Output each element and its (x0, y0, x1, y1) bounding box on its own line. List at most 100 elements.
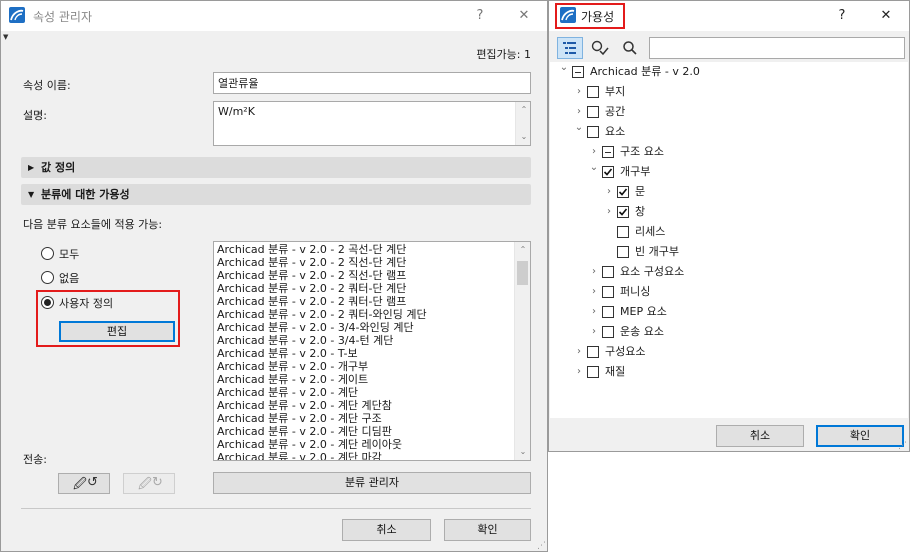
close-button[interactable]: ✕ (875, 5, 897, 27)
list-item[interactable]: Archicad 분류 - v 2.0 - 2 직선-단 계단 (214, 256, 514, 269)
chevron-right-icon[interactable]: › (573, 342, 585, 362)
tree-item[interactable]: › 구조 요소 (550, 142, 908, 162)
tree-item[interactable]: 리세스 (550, 222, 908, 242)
chevron-right-icon[interactable]: › (573, 362, 585, 382)
tree-checkbox[interactable] (617, 186, 629, 198)
list-item[interactable]: Archicad 분류 - v 2.0 - 계단 디딤판 (214, 425, 514, 438)
scroll-up-icon[interactable]: ⌃ (515, 242, 530, 258)
pick-up-settings-button[interactable]: 🖉 ↺ (58, 473, 110, 494)
tree-checkbox[interactable] (587, 126, 599, 138)
list-item[interactable]: Archicad 분류 - v 2.0 - 계단 계단참 (214, 399, 514, 412)
transfer-label: 전송: (23, 453, 47, 466)
tree-item[interactable]: › 문 (550, 182, 908, 202)
section-availability[interactable]: ▼ 분류에 대한 가용성 (21, 184, 531, 205)
resize-grip-icon[interactable]: ⋰ (898, 441, 907, 451)
list-item[interactable]: Archicad 분류 - v 2.0 - T-보 (214, 347, 514, 360)
classification-list-scrollbar[interactable]: ⌃ ⌄ (514, 242, 530, 460)
chevron-right-icon[interactable]: › (603, 202, 615, 222)
tree-checkbox[interactable] (602, 286, 614, 298)
scroll-thumb[interactable] (517, 261, 528, 285)
tree-checkbox[interactable] (587, 366, 599, 378)
section-value-definition[interactable]: ▶ 값 정의 (21, 157, 531, 178)
radio-custom[interactable] (41, 296, 54, 309)
classification-manager-button[interactable]: 분류 관리자 (213, 472, 531, 494)
list-item[interactable]: Archicad 분류 - v 2.0 - 2 쿼터-단 계단 (214, 282, 514, 295)
help-button[interactable]: ? (831, 5, 853, 27)
tree-item[interactable]: › MEP 요소 (550, 302, 908, 322)
chevron-down-icon[interactable]: ⌄ (573, 118, 585, 138)
radio-all[interactable] (41, 247, 54, 260)
list-item[interactable]: Archicad 분류 - v 2.0 - 2 곡선-단 계단 (214, 243, 514, 256)
tree-checkbox[interactable] (602, 166, 614, 178)
list-item[interactable]: Archicad 분류 - v 2.0 - 2 쿼터-와인딩 계단 (214, 308, 514, 321)
tree-item[interactable]: › 운송 요소 (550, 322, 908, 342)
tree-checkbox[interactable] (602, 306, 614, 318)
property-name-input[interactable]: 열관류율 (213, 72, 531, 94)
edit-button[interactable]: 편집 (59, 321, 175, 342)
chevron-down-icon[interactable]: ⌄ (558, 58, 570, 78)
list-item[interactable]: Archicad 분류 - v 2.0 - 계단 마감 (214, 451, 514, 460)
cancel-button[interactable]: 취소 (716, 425, 804, 447)
tree-item[interactable]: ⌄ 개구부 (550, 162, 908, 182)
filter-checked-button[interactable] (587, 37, 613, 59)
resize-grip-icon[interactable]: ⋰ (537, 541, 546, 551)
tree-item[interactable]: › 공간 (550, 102, 908, 122)
list-item[interactable]: Archicad 분류 - v 2.0 - 게이트 (214, 373, 514, 386)
ok-button[interactable]: 확인 (816, 425, 904, 447)
cancel-button[interactable]: 취소 (342, 519, 431, 541)
chevron-right-icon[interactable]: › (588, 302, 600, 322)
list-item[interactable]: Archicad 분류 - v 2.0 - 개구부 (214, 360, 514, 373)
list-item[interactable]: Archicad 분류 - v 2.0 - 계단 레이아웃 (214, 438, 514, 451)
tree-checkbox[interactable] (572, 66, 584, 78)
tree-item-label: 운송 요소 (620, 325, 664, 338)
tree-checkbox[interactable] (587, 106, 599, 118)
description-textarea[interactable]: W/m²K ⌃ ⌄ (213, 101, 531, 146)
search-button[interactable] (617, 37, 643, 59)
list-item[interactable]: Archicad 분류 - v 2.0 - 3/4-와인딩 계단 (214, 321, 514, 334)
tree-checkbox[interactable] (602, 266, 614, 278)
chevron-right-icon[interactable]: › (603, 182, 615, 202)
chevron-down-icon[interactable]: ⌄ (588, 158, 600, 178)
tree-checkbox[interactable] (602, 326, 614, 338)
search-input[interactable] (649, 37, 905, 59)
tree-item[interactable]: 빈 개구부 (550, 242, 908, 262)
collapse-arrow-icon[interactable]: ▼ (3, 33, 8, 41)
tree-item[interactable]: › 요소 구성요소 (550, 262, 908, 282)
chevron-right-icon[interactable]: › (588, 282, 600, 302)
tree-item[interactable]: › 재질 (550, 362, 908, 382)
tree-checkbox[interactable] (587, 86, 599, 98)
list-item[interactable]: Archicad 분류 - v 2.0 - 3/4-턴 계단 (214, 334, 514, 347)
tree-checkbox[interactable] (587, 346, 599, 358)
classification-tree-panel[interactable]: ⌄ Archicad 분류 - v 2.0 › 부지 › 공간 ⌄ 요소 › 구조 요소 ⌄ 개구부 ›… (550, 62, 908, 418)
tree-item-label: 창 (635, 205, 646, 218)
tree-view-button[interactable] (557, 37, 583, 59)
property-name-label: 속성 이름: (23, 79, 71, 92)
scroll-down-icon[interactable]: ⌄ (515, 444, 530, 460)
scroll-up-icon[interactable]: ⌃ (516, 102, 532, 118)
tree-checkbox[interactable] (602, 146, 614, 158)
chevron-right-icon[interactable]: › (588, 262, 600, 282)
ok-button[interactable]: 확인 (444, 519, 531, 541)
inject-settings-button[interactable]: 🖉 ↻ (123, 473, 175, 494)
tree-item[interactable]: › 퍼니싱 (550, 282, 908, 302)
tree-checkbox[interactable] (617, 226, 629, 238)
list-item[interactable]: Archicad 분류 - v 2.0 - 계단 구조 (214, 412, 514, 425)
list-item[interactable]: Archicad 분류 - v 2.0 - 2 직선-단 램프 (214, 269, 514, 282)
tree-checkbox[interactable] (617, 206, 629, 218)
chevron-right-icon[interactable]: › (573, 82, 585, 102)
tree-item[interactable]: › 부지 (550, 82, 908, 102)
radio-none[interactable] (41, 271, 54, 284)
close-button[interactable]: ✕ (513, 5, 535, 27)
help-button[interactable]: ? (469, 5, 491, 27)
tree-item[interactable]: ⌄ Archicad 분류 - v 2.0 (550, 62, 908, 82)
scroll-down-icon[interactable]: ⌄ (516, 129, 532, 145)
tree-item[interactable]: › 창 (550, 202, 908, 222)
tree-item[interactable]: ⌄ 요소 (550, 122, 908, 142)
tree-checkbox[interactable] (617, 246, 629, 258)
description-scrollbar[interactable]: ⌃ ⌄ (515, 102, 530, 145)
list-item[interactable]: Archicad 분류 - v 2.0 - 2 쿼터-단 램프 (214, 295, 514, 308)
tree-item[interactable]: › 구성요소 (550, 342, 908, 362)
classification-list[interactable]: Archicad 분류 - v 2.0 - 2 곡선-단 계단 Archicad … (213, 241, 531, 461)
chevron-right-icon[interactable]: › (588, 322, 600, 342)
list-item[interactable]: Archicad 분류 - v 2.0 - 계단 (214, 386, 514, 399)
